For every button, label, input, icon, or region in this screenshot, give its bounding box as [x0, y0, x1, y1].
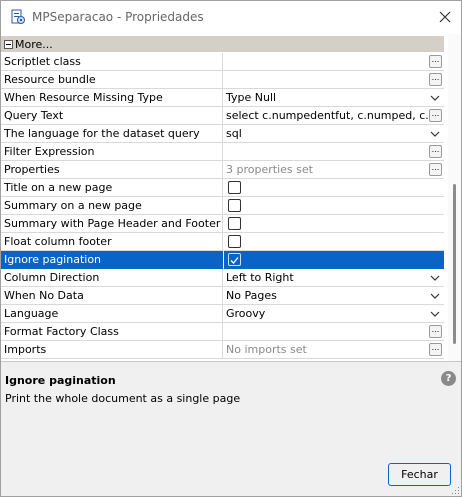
close-window-button[interactable]: [429, 3, 461, 31]
property-value-text: No imports set: [226, 343, 307, 356]
ellipsis-button[interactable]: ...: [429, 343, 442, 356]
property-sheet: More... Scriptlet class... Resource bundl…: [1, 34, 461, 362]
property-checkbox[interactable]: [228, 199, 241, 212]
property-row[interactable]: When No Data No Pages: [1, 287, 444, 305]
window-title: MPSeparacao - Propriedades: [32, 10, 204, 24]
ellipsis-button[interactable]: ...: [429, 145, 442, 158]
report-icon: [11, 9, 25, 24]
property-row[interactable]: Summary with Page Header and Footer: [1, 215, 444, 233]
property-value[interactable]: No Pages: [224, 287, 444, 305]
property-value[interactable]: [224, 179, 444, 197]
collapse-icon[interactable]: [4, 40, 13, 49]
section-more[interactable]: More...: [1, 36, 444, 52]
property-checkbox[interactable]: [228, 181, 241, 194]
property-name: Column Direction: [1, 269, 223, 287]
property-value[interactable]: Type Null: [224, 89, 444, 107]
property-value[interactable]: Left to Right: [224, 269, 444, 287]
property-value-text: Type Null: [226, 91, 277, 104]
property-name: When No Data: [1, 287, 223, 305]
property-value[interactable]: ...: [224, 53, 444, 71]
help-icon[interactable]: ?: [441, 371, 456, 386]
property-row[interactable]: Query Text select c.numpedentfut, c.numpe…: [1, 107, 444, 125]
properties-dialog: MPSeparacao - Propriedades More... Scrip…: [0, 0, 462, 497]
property-row[interactable]: Float column footer: [1, 233, 444, 251]
scrollbar-thumb[interactable]: [453, 184, 456, 344]
property-value-text: Groovy: [226, 307, 266, 320]
property-name: Format Factory Class: [1, 323, 223, 341]
property-name: Ignore pagination: [1, 251, 223, 269]
property-name: Properties: [1, 161, 223, 179]
property-value[interactable]: select c.numpedentfut, c.numped, c......…: [224, 107, 444, 125]
property-value[interactable]: [224, 215, 444, 233]
property-name: Float column footer: [1, 233, 223, 251]
property-rows: Scriptlet class... Resource bundle... When…: [1, 53, 444, 359]
property-row[interactable]: Title on a new page: [1, 179, 444, 197]
property-value[interactable]: ...: [224, 71, 444, 89]
property-value[interactable]: [224, 233, 444, 251]
property-name: Filter Expression: [1, 143, 223, 161]
ellipsis-button[interactable]: ...: [429, 163, 442, 176]
property-row[interactable]: Filter Expression...: [1, 143, 444, 161]
description-text: Print the whole document as a single pag…: [5, 392, 241, 405]
property-name: The language for the dataset query: [1, 125, 223, 143]
ellipsis-button[interactable]: ...: [429, 325, 442, 338]
property-checkbox[interactable]: [228, 235, 241, 248]
property-name: Resource bundle: [1, 71, 223, 89]
property-row[interactable]: Resource bundle...: [1, 71, 444, 89]
close-button[interactable]: Fechar: [388, 463, 451, 486]
property-name: Query Text: [1, 107, 223, 125]
property-name: Language: [1, 305, 223, 323]
property-row[interactable]: Summary on a new page: [1, 197, 444, 215]
property-row[interactable]: The language for the dataset query sql: [1, 125, 444, 143]
property-checkbox[interactable]: [228, 253, 241, 266]
title-bar: MPSeparacao - Propriedades: [1, 1, 461, 34]
section-label: More...: [15, 38, 53, 51]
property-checkbox[interactable]: [228, 217, 241, 230]
property-value[interactable]: ...: [224, 323, 444, 341]
property-value-text: 3 properties set: [226, 163, 313, 176]
property-row[interactable]: Column Direction Left to Right: [1, 269, 444, 287]
property-value[interactable]: [224, 251, 444, 269]
property-name: Summary with Page Header and Footer: [1, 215, 223, 233]
property-row[interactable]: Properties 3 properties set...: [1, 161, 444, 179]
ellipsis-button[interactable]: ...: [429, 109, 442, 122]
property-row[interactable]: Imports No imports set...: [1, 341, 444, 359]
property-row[interactable]: Language Groovy: [1, 305, 444, 323]
property-name: Summary on a new page: [1, 197, 223, 215]
ellipsis-button[interactable]: ...: [429, 73, 442, 86]
chevron-down-icon[interactable]: [430, 129, 440, 139]
chevron-down-icon[interactable]: [430, 93, 440, 103]
property-value-text: No Pages: [226, 289, 277, 302]
property-value[interactable]: No imports set...: [224, 341, 444, 359]
property-row[interactable]: Format Factory Class...: [1, 323, 444, 341]
ellipsis-button[interactable]: ...: [429, 55, 442, 68]
property-name: When Resource Missing Type: [1, 89, 223, 107]
property-value-text: Left to Right: [226, 271, 294, 284]
property-value-text: sql: [226, 127, 242, 140]
chevron-down-icon[interactable]: [430, 273, 440, 283]
property-row[interactable]: When Resource Missing Type Type Null: [1, 89, 444, 107]
close-icon: [439, 11, 451, 23]
property-value[interactable]: Groovy: [224, 305, 444, 323]
property-name: Title on a new page: [1, 179, 223, 197]
property-value[interactable]: [224, 197, 444, 215]
check-icon: [230, 257, 239, 264]
property-name: Scriptlet class: [1, 53, 223, 71]
chevron-down-icon[interactable]: [430, 291, 440, 301]
property-name: Imports: [1, 341, 223, 359]
property-value[interactable]: sql: [224, 125, 444, 143]
description-title: Ignore pagination: [5, 374, 116, 387]
vertical-scrollbar[interactable]: [448, 34, 461, 361]
chevron-down-icon[interactable]: [430, 309, 440, 319]
property-value[interactable]: 3 properties set...: [224, 161, 444, 179]
property-value-text: select c.numpedentfut, c.numped, c....: [226, 109, 440, 122]
property-row[interactable]: Ignore pagination: [1, 251, 444, 269]
property-value[interactable]: ...: [224, 143, 444, 161]
resize-grip-icon[interactable]: [451, 486, 460, 495]
property-row[interactable]: Scriptlet class...: [1, 53, 444, 71]
